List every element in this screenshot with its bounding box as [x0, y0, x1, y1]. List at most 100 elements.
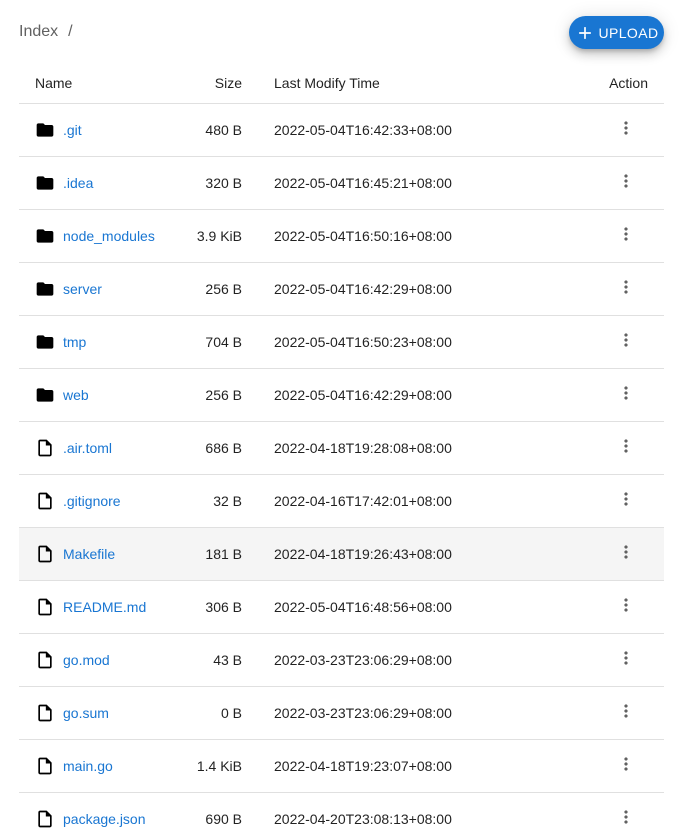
- size-cell: 181 B: [183, 527, 263, 581]
- name-cell: Makefile: [19, 527, 183, 581]
- name-cell: go.mod: [19, 633, 183, 687]
- file-name-link[interactable]: node_modules: [63, 228, 155, 244]
- action-cell: [544, 792, 664, 836]
- table-row[interactable]: Makefile 181 B 2022-04-18T19:26:43+08:00: [19, 527, 664, 581]
- action-cell: [544, 156, 664, 210]
- header-action: Action: [544, 64, 664, 104]
- table-row[interactable]: go.mod 43 B 2022-03-23T23:06:29+08:00: [19, 633, 664, 687]
- name-cell: node_modules: [19, 209, 183, 263]
- file-name-link[interactable]: .gitignore: [63, 493, 121, 509]
- file-name-link[interactable]: go.mod: [63, 652, 110, 668]
- modify-time-cell: 2022-04-18T19:23:07+08:00: [263, 739, 544, 793]
- more-vert-icon[interactable]: [616, 701, 636, 721]
- header: Index / Upload: [0, 0, 683, 64]
- size-cell: 43 B: [183, 633, 263, 687]
- name-cell: web: [19, 368, 183, 422]
- file-name-link[interactable]: go.sum: [63, 705, 109, 721]
- header-size: Size: [183, 64, 263, 104]
- size-cell: 1.4 KiB: [183, 739, 263, 793]
- file-icon: [35, 703, 55, 723]
- more-vert-icon[interactable]: [616, 330, 636, 350]
- action-cell: [544, 739, 664, 793]
- name-cell: main.go: [19, 739, 183, 793]
- file-name-link[interactable]: Makefile: [63, 546, 115, 562]
- file-table: Name Size Last Modify Time Action .git 48…: [19, 64, 664, 836]
- file-name-link[interactable]: README.md: [63, 599, 146, 615]
- file-icon: [35, 544, 55, 564]
- table-row[interactable]: go.sum 0 B 2022-03-23T23:06:29+08:00: [19, 686, 664, 740]
- modify-time-cell: 2022-05-04T16:42:29+08:00: [263, 368, 544, 422]
- table-row[interactable]: .gitignore 32 B 2022-04-16T17:42:01+08:00: [19, 474, 664, 528]
- action-cell: [544, 209, 664, 263]
- header-last-modify-time: Last Modify Time: [263, 64, 544, 104]
- file-name-link[interactable]: tmp: [63, 334, 86, 350]
- modify-time-cell: 2022-05-04T16:50:16+08:00: [263, 209, 544, 263]
- modify-time-cell: 2022-04-18T19:26:43+08:00: [263, 527, 544, 581]
- more-vert-icon[interactable]: [616, 436, 636, 456]
- table-row[interactable]: server 256 B 2022-05-04T16:42:29+08:00: [19, 262, 664, 316]
- action-cell: [544, 527, 664, 581]
- header-name: Name: [19, 64, 183, 104]
- file-name-link[interactable]: .air.toml: [63, 440, 112, 456]
- name-cell: .gitignore: [19, 474, 183, 528]
- name-cell: package.json: [19, 792, 183, 836]
- more-vert-icon[interactable]: [616, 648, 636, 668]
- folder-icon: [35, 226, 55, 246]
- file-name-link[interactable]: web: [63, 387, 89, 403]
- table-row[interactable]: .air.toml 686 B 2022-04-18T19:28:08+08:00: [19, 421, 664, 475]
- size-cell: 3.9 KiB: [183, 209, 263, 263]
- folder-icon: [35, 279, 55, 299]
- name-cell: tmp: [19, 315, 183, 369]
- modify-time-cell: 2022-04-16T17:42:01+08:00: [263, 474, 544, 528]
- upload-button-label: Upload: [598, 24, 659, 41]
- size-cell: 306 B: [183, 580, 263, 634]
- more-vert-icon[interactable]: [616, 277, 636, 297]
- action-cell: [544, 686, 664, 740]
- more-vert-icon[interactable]: [616, 807, 636, 827]
- size-cell: 0 B: [183, 686, 263, 740]
- table-row[interactable]: node_modules 3.9 KiB 2022-05-04T16:50:16+0…: [19, 209, 664, 263]
- more-vert-icon[interactable]: [616, 383, 636, 403]
- name-cell: server: [19, 262, 183, 316]
- size-cell: 690 B: [183, 792, 263, 836]
- breadcrumb-separator: /: [68, 23, 73, 40]
- more-vert-icon[interactable]: [616, 171, 636, 191]
- name-cell: .air.toml: [19, 421, 183, 475]
- more-vert-icon[interactable]: [616, 118, 636, 138]
- upload-button[interactable]: Upload: [569, 16, 664, 49]
- table-row[interactable]: README.md 306 B 2022-05-04T16:48:56+08:00: [19, 580, 664, 634]
- action-cell: [544, 262, 664, 316]
- modify-time-cell: 2022-03-23T23:06:29+08:00: [263, 686, 544, 740]
- breadcrumb-root[interactable]: Index: [19, 23, 58, 41]
- plus-icon: [575, 23, 595, 43]
- file-name-link[interactable]: .idea: [63, 175, 93, 191]
- file-name-link[interactable]: server: [63, 281, 102, 297]
- table-row[interactable]: .git 480 B 2022-05-04T16:42:33+08:00: [19, 103, 664, 157]
- action-cell: [544, 103, 664, 157]
- modify-time-cell: 2022-05-04T16:42:29+08:00: [263, 262, 544, 316]
- modify-time-cell: 2022-03-23T23:06:29+08:00: [263, 633, 544, 687]
- file-icon: [35, 597, 55, 617]
- more-vert-icon[interactable]: [616, 542, 636, 562]
- table-row[interactable]: package.json 690 B 2022-04-20T23:08:13+08:…: [19, 792, 664, 836]
- table-row[interactable]: .idea 320 B 2022-05-04T16:45:21+08:00: [19, 156, 664, 210]
- file-icon: [35, 650, 55, 670]
- modify-time-cell: 2022-04-18T19:28:08+08:00: [263, 421, 544, 475]
- table-header-row: Name Size Last Modify Time Action: [19, 64, 664, 104]
- folder-icon: [35, 332, 55, 352]
- file-name-link[interactable]: main.go: [63, 758, 113, 774]
- file-icon: [35, 438, 55, 458]
- action-cell: [544, 421, 664, 475]
- modify-time-cell: 2022-04-20T23:08:13+08:00: [263, 792, 544, 836]
- file-name-link[interactable]: package.json: [63, 811, 146, 827]
- table-row[interactable]: main.go 1.4 KiB 2022-04-18T19:23:07+08:00: [19, 739, 664, 793]
- action-cell: [544, 474, 664, 528]
- more-vert-icon[interactable]: [616, 754, 636, 774]
- file-name-link[interactable]: .git: [63, 122, 82, 138]
- more-vert-icon[interactable]: [616, 489, 636, 509]
- table-row[interactable]: web 256 B 2022-05-04T16:42:29+08:00: [19, 368, 664, 422]
- more-vert-icon[interactable]: [616, 224, 636, 244]
- more-vert-icon[interactable]: [616, 595, 636, 615]
- breadcrumb: Index /: [19, 23, 73, 41]
- table-row[interactable]: tmp 704 B 2022-05-04T16:50:23+08:00: [19, 315, 664, 369]
